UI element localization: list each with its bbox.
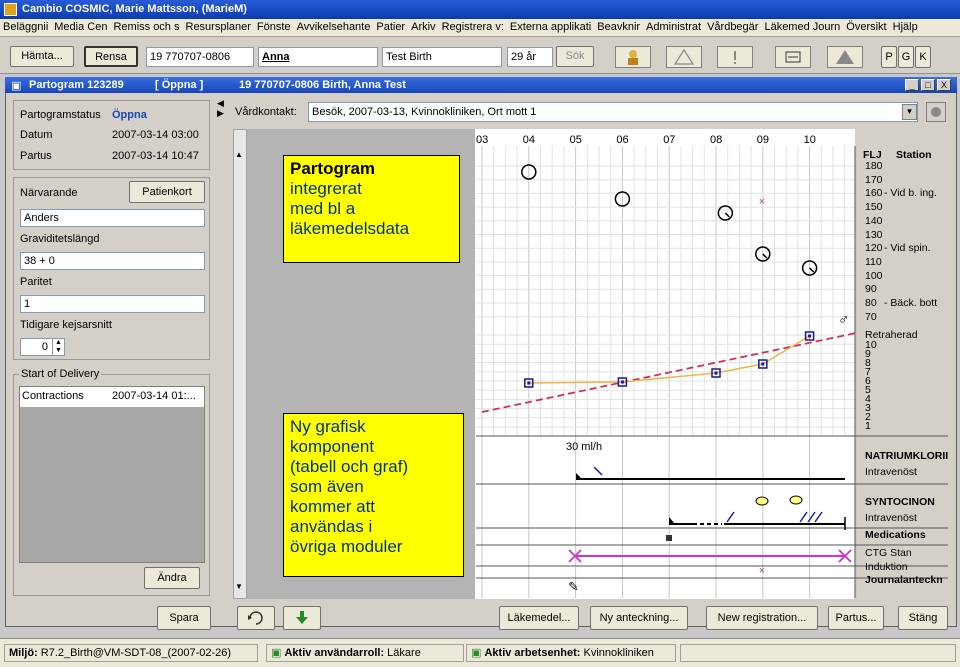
natriumklorid-start bbox=[576, 473, 582, 479]
callout-top-title: Partogram bbox=[290, 159, 376, 178]
callout-bottom: Ny grafisk komponent (tabell och graf) s… bbox=[283, 413, 464, 577]
row-label: NATRIUMKLORII bbox=[865, 450, 949, 462]
hour-tick-label: 05 bbox=[570, 134, 582, 146]
fhr-tick-label: 80 bbox=[865, 297, 877, 309]
fhr-tick-label: 70 bbox=[865, 310, 877, 323]
row-label: CTG Stan bbox=[865, 547, 912, 559]
partus-button[interactable]: Partus... bbox=[828, 606, 884, 630]
callout-top-line: integrerat bbox=[290, 179, 362, 198]
fhr-note: - Vid b. ing. bbox=[884, 187, 937, 200]
hour-tick-label: 10 bbox=[804, 134, 816, 146]
arrow-mark bbox=[593, 466, 603, 476]
row-label: Induktion bbox=[865, 561, 908, 573]
fhr-tick-label: 150 bbox=[865, 201, 883, 214]
fhr-tick-label: 180 bbox=[865, 160, 883, 172]
hour-tick-label: 03 bbox=[476, 134, 488, 146]
row-label: SYNTOCINON bbox=[865, 496, 935, 508]
ny-anteckning-button[interactable]: Ny anteckning... bbox=[590, 606, 688, 630]
dilatation-mark-dot bbox=[808, 334, 812, 338]
stang-button[interactable]: Stäng bbox=[898, 606, 948, 630]
dose-arrow-mark bbox=[814, 511, 823, 523]
fhr-tick-label: 170 bbox=[865, 173, 883, 186]
fhr-tick-label: 90 bbox=[865, 283, 877, 296]
hour-tick-label: 09 bbox=[757, 134, 769, 146]
callout-bottom-line: användas i bbox=[290, 517, 373, 536]
row-label: Intravenöst bbox=[865, 466, 917, 478]
callout-top-line: läkemedelsdata bbox=[290, 219, 410, 238]
miljo-label: Miljö: bbox=[9, 647, 38, 659]
rate-label: 30 ml/h bbox=[566, 441, 602, 453]
dilatation-mark-dot bbox=[761, 362, 765, 366]
dose-arrow-mark bbox=[726, 511, 735, 523]
station-circle-hand bbox=[762, 253, 768, 259]
fhr-tick-label: 140 bbox=[865, 214, 883, 227]
refresh-icon[interactable] bbox=[237, 606, 275, 630]
comment-bubble-mark bbox=[755, 496, 769, 506]
status-enhet: ▣ Aktiv arbetsenhet: Kvinnokliniken bbox=[466, 644, 676, 662]
roll-label: Aktiv användarroll: bbox=[284, 647, 385, 659]
status-miljo: Miljö: R7.2_Birth@VM-SDT-08_(2007-02-26) bbox=[4, 644, 258, 662]
unit-icon: ▣ bbox=[471, 647, 482, 659]
male-symbol-mark: ♂ bbox=[838, 311, 849, 328]
dilatation-mark-dot bbox=[527, 381, 531, 385]
status-empty bbox=[680, 644, 956, 662]
hour-tick-label: 06 bbox=[616, 134, 628, 146]
hour-tick-label: 07 bbox=[663, 134, 675, 146]
fhr-tick-label: 160 bbox=[865, 187, 883, 200]
cervix-tick-label: 1 bbox=[865, 420, 871, 432]
enhet-value: Kvinnokliniken bbox=[583, 647, 654, 659]
dose-arrow-mark bbox=[807, 511, 816, 523]
callout-bottom-line: som även bbox=[290, 477, 364, 496]
callout-bottom-line: (tabell och graf) bbox=[290, 457, 409, 476]
spara-button[interactable]: Spara bbox=[157, 606, 211, 630]
induction-x-marker: × bbox=[759, 565, 765, 577]
enhet-label: Aktiv arbetsenhet: bbox=[484, 647, 581, 659]
station-circle-hand bbox=[809, 267, 815, 273]
new-registration-button[interactable]: New registration... bbox=[706, 606, 818, 630]
dilatation-mark-dot bbox=[714, 371, 718, 375]
save-download-icon[interactable] bbox=[283, 606, 321, 630]
callout-top-line: med bl a bbox=[290, 199, 356, 218]
status-roll: ▣ Aktiv användarroll: Läkare bbox=[266, 644, 464, 662]
station-label: Station bbox=[896, 149, 932, 161]
fhr-tick-label: 100 bbox=[865, 269, 883, 282]
fhr-note: - Bäck. bott bbox=[884, 297, 938, 309]
fhr-tick-label: 120 bbox=[865, 242, 883, 255]
miljo-value: R7.2_Birth@VM-SDT-08_(2007-02-26) bbox=[40, 647, 232, 659]
role-icon: ▣ bbox=[271, 647, 282, 659]
dose-arrow-mark bbox=[799, 511, 808, 523]
row-label: Medications bbox=[865, 529, 926, 541]
lakemedel-button[interactable]: Läkemedel... bbox=[499, 606, 579, 630]
syntocinon-start bbox=[669, 517, 675, 524]
partogram-chart: 03 04 05 06 07 08 09 10 × ♂ 30 ml/h × ✎ bbox=[476, 134, 948, 598]
callout-bottom-line: Ny grafisk bbox=[290, 417, 366, 436]
row-label: Intravenöst bbox=[865, 512, 917, 524]
dilatation-mark-dot bbox=[620, 380, 624, 384]
callout-bottom-line: övriga moduler bbox=[290, 537, 403, 556]
row-label: Journalanteckn bbox=[865, 574, 943, 586]
journal-note-icon: ✎ bbox=[568, 579, 579, 594]
comment-bubble-mark bbox=[789, 495, 803, 505]
callout-bottom-line: kommer att bbox=[290, 497, 376, 516]
fhr-note: - Vid spin. bbox=[884, 242, 931, 255]
hour-tick-label: 08 bbox=[710, 134, 722, 146]
callout-top: Partogram integrerat med bl a läkemedels… bbox=[283, 155, 460, 263]
x-marker: × bbox=[759, 196, 765, 208]
roll-value: Läkare bbox=[387, 647, 421, 659]
medication-mark bbox=[666, 535, 672, 541]
status-bar: Miljö: R7.2_Birth@VM-SDT-08_(2007-02-26)… bbox=[0, 638, 960, 667]
callout-bottom-line: komponent bbox=[290, 437, 375, 456]
fhr-tick-label: 130 bbox=[865, 228, 883, 241]
fhr-tick-label: 110 bbox=[865, 255, 882, 268]
hour-tick-label: 04 bbox=[523, 134, 535, 146]
